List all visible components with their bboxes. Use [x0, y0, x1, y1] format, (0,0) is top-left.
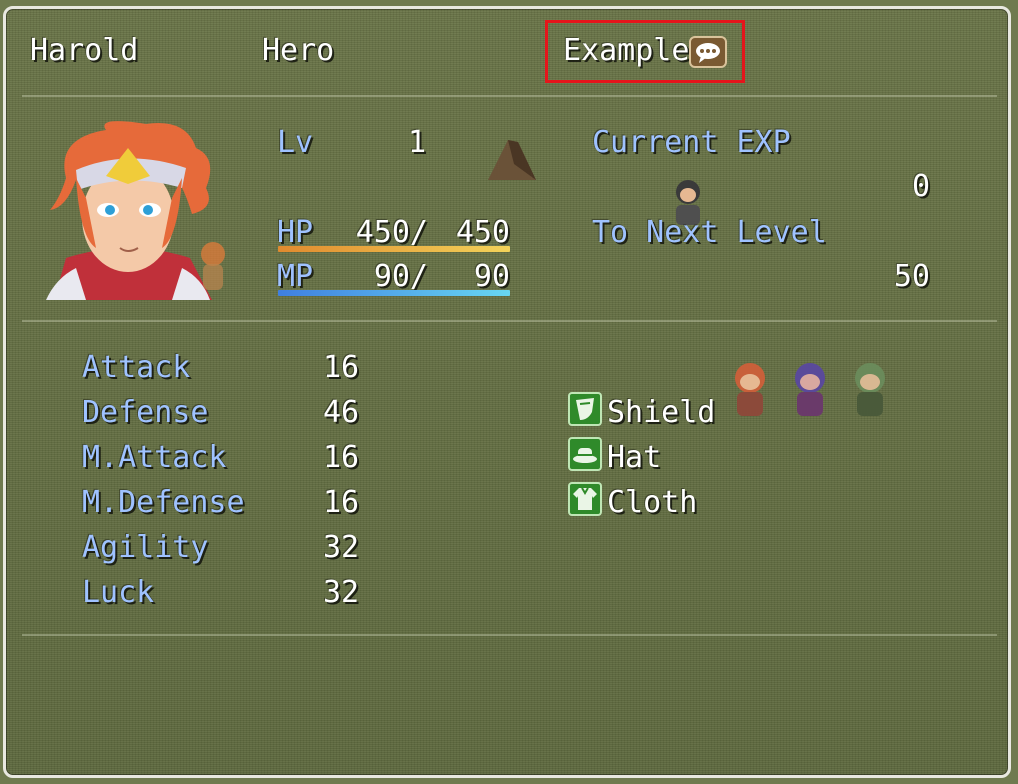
param-label: Agility [82, 530, 209, 565]
party-sprite-1-icon [728, 360, 772, 424]
party-sprite-2-icon [788, 360, 832, 424]
level-label: Lv [277, 125, 314, 160]
cloth-icon [568, 482, 602, 516]
actor-name: Harold [30, 33, 139, 68]
shield-icon [568, 392, 602, 426]
actor-class: Hero [262, 33, 335, 68]
current-exp-label: Current EXP [592, 125, 791, 160]
param-value: 32 [323, 575, 360, 610]
equip-label: Shield [607, 395, 716, 430]
actor-sprite-icon [196, 240, 230, 300]
param-label: Defense [82, 395, 209, 430]
separator-top [22, 95, 997, 97]
param-label: Attack [82, 350, 191, 385]
param-value: 32 [323, 530, 360, 565]
param-value: 16 [323, 440, 360, 475]
param-label: Luck [82, 575, 155, 610]
party-sprite-3-icon [848, 360, 892, 424]
param-label: M.Defense [82, 485, 245, 520]
param-value: 16 [323, 350, 360, 385]
equip-label: Cloth [607, 485, 698, 520]
next-level-label: To Next Level [592, 215, 827, 250]
hp-gauge [278, 246, 510, 252]
param-value: 16 [323, 485, 360, 520]
level-value: 1 [407, 125, 426, 160]
current-exp-value: 0 [911, 169, 930, 204]
param-value: 46 [323, 395, 360, 430]
param-label: M.Attack [82, 440, 227, 475]
mp-gauge [278, 290, 510, 296]
rock-sprite-icon [484, 134, 540, 188]
actor-portrait [36, 118, 220, 300]
separator-bottom [22, 634, 997, 636]
next-level-value: 50 [893, 259, 930, 294]
hat-icon [568, 437, 602, 471]
separator-middle [22, 320, 997, 322]
selection-highlight[interactable] [545, 20, 745, 83]
equip-label: Hat [607, 440, 662, 475]
